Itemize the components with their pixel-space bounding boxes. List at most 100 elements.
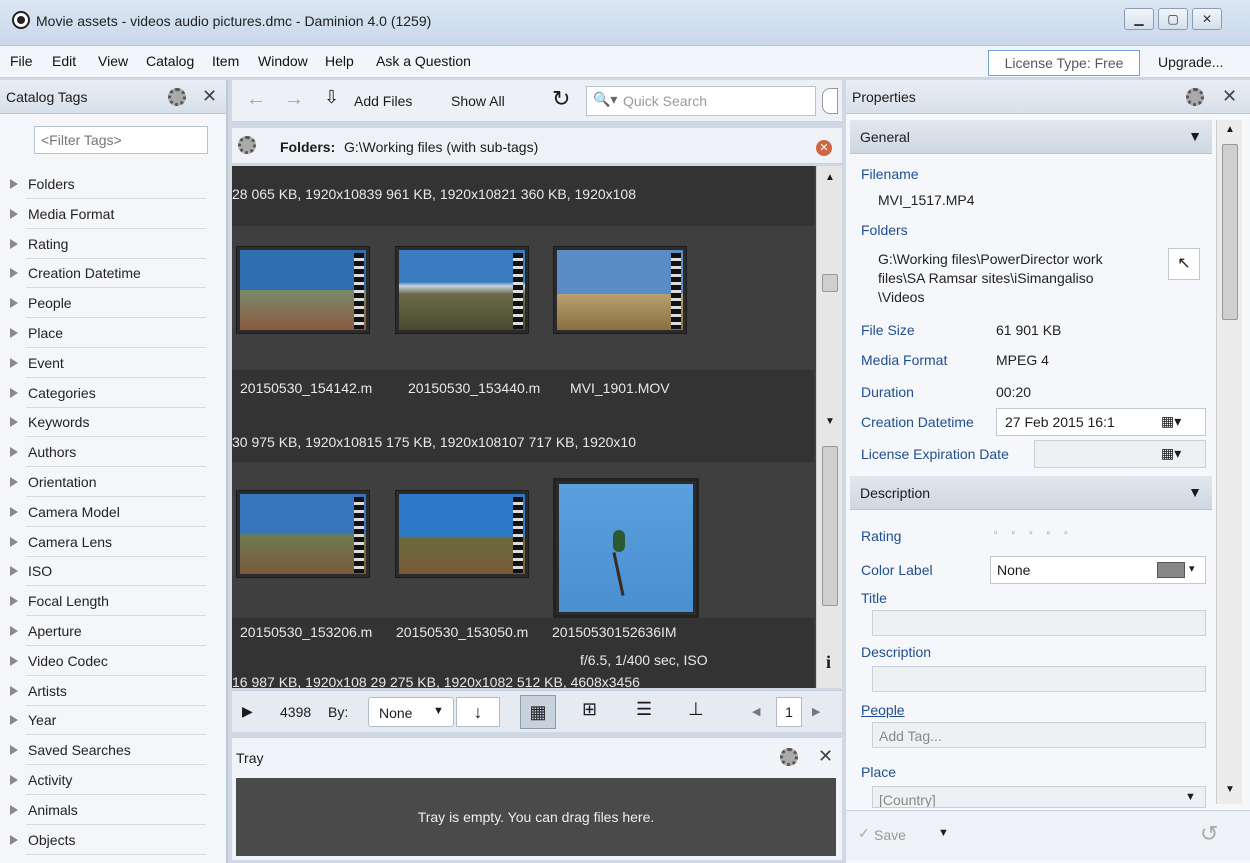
expand-triangle-icon[interactable] [10, 536, 18, 547]
rating-stars-icon[interactable]: ▫▫▫▫▫ [994, 528, 1082, 539]
tree-view-icon[interactable]: ⊥ [688, 699, 704, 720]
country-field[interactable]: [Country] ▼ [872, 786, 1206, 808]
expand-triangle-icon[interactable] [10, 626, 18, 636]
expand-triangle-icon[interactable] [10, 328, 18, 338]
filter-tags-input[interactable] [34, 126, 208, 154]
properties-scrollbar[interactable]: ▲ ▼ [1216, 120, 1242, 804]
tag-item[interactable]: Rating [10, 236, 68, 252]
prev-page-icon[interactable]: ◀ [752, 705, 760, 718]
general-section-header[interactable]: General ▼ [850, 120, 1212, 154]
tag-item[interactable]: Focal Length [10, 593, 109, 609]
tag-item[interactable]: Folders [10, 176, 75, 192]
tag-item[interactable]: People [10, 295, 72, 311]
scrollbar-thumb[interactable] [822, 274, 838, 292]
tag-item[interactable]: Objects [10, 832, 75, 848]
people-label[interactable]: People [861, 702, 905, 718]
thumbnail-5[interactable] [395, 490, 529, 578]
gear-icon[interactable] [780, 748, 798, 766]
tag-item[interactable]: Authors [10, 444, 76, 460]
menu-item[interactable]: Item [212, 53, 239, 69]
thumbnail-4[interactable] [236, 490, 370, 578]
revert-icon[interactable]: ↺ [1200, 821, 1218, 847]
info-icon[interactable]: i [826, 652, 831, 673]
thumbnail-3[interactable] [553, 246, 687, 334]
tag-item[interactable]: Creation Datetime [10, 265, 141, 281]
minimize-button[interactable]: ▁ [1124, 8, 1154, 30]
license-type-button[interactable]: License Type: Free [988, 50, 1140, 76]
tag-item[interactable]: Animals [10, 802, 78, 818]
tag-item[interactable]: Artists [10, 683, 67, 699]
gear-icon[interactable] [168, 88, 186, 106]
show-all-button[interactable]: Show All [451, 93, 505, 109]
license-expiration-field[interactable]: ▦▾ [1034, 440, 1206, 468]
expand-triangle-icon[interactable] [10, 417, 18, 428]
tag-item[interactable]: Media Format [10, 206, 114, 222]
calendar-icon[interactable]: ▦▾ [1161, 413, 1181, 430]
tag-item[interactable]: Camera Lens [10, 534, 112, 550]
scroll-up-icon[interactable]: ▲ [825, 172, 835, 183]
menu-help[interactable]: Help [325, 53, 354, 69]
quick-search-box[interactable]: 🔍▾ Quick Search [586, 86, 816, 116]
next-page-icon[interactable]: ▶ [812, 705, 820, 718]
scroll-down-icon[interactable]: ▼ [825, 416, 835, 427]
expand-triangle-icon[interactable] [10, 477, 18, 487]
forward-arrow-icon[interactable]: → [284, 88, 304, 111]
expand-triangle-icon[interactable] [10, 238, 18, 249]
grid-view-icon[interactable]: ⊞ [582, 699, 597, 720]
people-field[interactable]: Add Tag... [872, 722, 1206, 748]
refresh-icon[interactable]: ↻ [552, 86, 570, 112]
tag-item[interactable]: Keywords [10, 414, 89, 430]
tag-item[interactable]: Camera Model [10, 504, 120, 520]
close-icon[interactable]: ✕ [1222, 86, 1237, 107]
thumbnail-6-selected[interactable] [553, 478, 699, 618]
expand-triangle-icon[interactable] [10, 745, 18, 756]
menu-view[interactable]: View [98, 53, 128, 69]
thumbnail-1[interactable] [236, 246, 370, 334]
title-field[interactable] [872, 610, 1206, 636]
expand-triangle-icon[interactable] [10, 447, 18, 458]
sort-direction-button[interactable]: ↓ [456, 697, 500, 727]
expand-triangle-icon[interactable] [10, 775, 18, 785]
menu-edit[interactable]: Edit [52, 53, 76, 69]
gear-icon[interactable] [1186, 88, 1204, 106]
expand-triangle-icon[interactable] [10, 357, 18, 368]
expand-triangle-icon[interactable] [10, 804, 18, 815]
add-files-button[interactable]: Add Files [354, 93, 412, 109]
tag-item[interactable]: Video Codec [10, 653, 108, 669]
scroll-down-icon[interactable]: ▼ [1225, 784, 1235, 795]
expand-triangle-icon[interactable] [10, 685, 18, 696]
list-view-icon[interactable]: ☰ [636, 699, 652, 720]
close-icon[interactable]: ✕ [818, 746, 833, 767]
expand-triangle-icon[interactable] [10, 179, 18, 189]
description-field[interactable] [872, 666, 1206, 692]
tray-drop-area[interactable]: Tray is empty. You can drag files here. [236, 778, 836, 856]
expand-triangle-icon[interactable] [10, 655, 18, 666]
expand-triangle-icon[interactable] [10, 387, 18, 398]
expand-triangle-icon[interactable] [10, 715, 18, 726]
tag-item[interactable]: Orientation [10, 474, 96, 490]
scroll-up-icon[interactable]: ▲ [1225, 124, 1235, 135]
expand-triangle-icon[interactable] [10, 298, 18, 309]
page-number[interactable]: 1 [776, 697, 802, 727]
thumbnail-view-icon[interactable]: ▦ [520, 695, 556, 729]
tag-item[interactable]: Activity [10, 772, 72, 788]
close-icon[interactable]: ✕ [202, 86, 217, 107]
play-icon[interactable]: ▶ [242, 703, 253, 720]
menu-window[interactable]: Window [258, 53, 308, 69]
maximize-button[interactable]: ▢ [1158, 8, 1188, 30]
tag-item[interactable]: Saved Searches [10, 742, 131, 758]
upgrade-button[interactable]: Upgrade... [1158, 54, 1223, 70]
grid-scrollbar[interactable]: ▲ ▼ i [816, 166, 842, 688]
tag-item[interactable]: Year [10, 712, 56, 728]
calendar-icon[interactable]: ▦▾ [1161, 445, 1181, 462]
back-arrow-icon[interactable]: ← [246, 88, 266, 111]
expand-triangle-icon[interactable] [10, 566, 18, 577]
tag-item[interactable]: Place [10, 325, 63, 341]
tag-item[interactable]: Categories [10, 385, 96, 401]
tag-item[interactable]: Aperture [10, 623, 82, 639]
expand-triangle-icon[interactable] [10, 506, 18, 517]
save-button[interactable]: Save [874, 827, 906, 843]
thumbnail-2[interactable] [395, 246, 529, 334]
color-label-select[interactable]: None ▾ [990, 556, 1206, 584]
clear-filter-icon[interactable]: ✕ [816, 140, 832, 156]
